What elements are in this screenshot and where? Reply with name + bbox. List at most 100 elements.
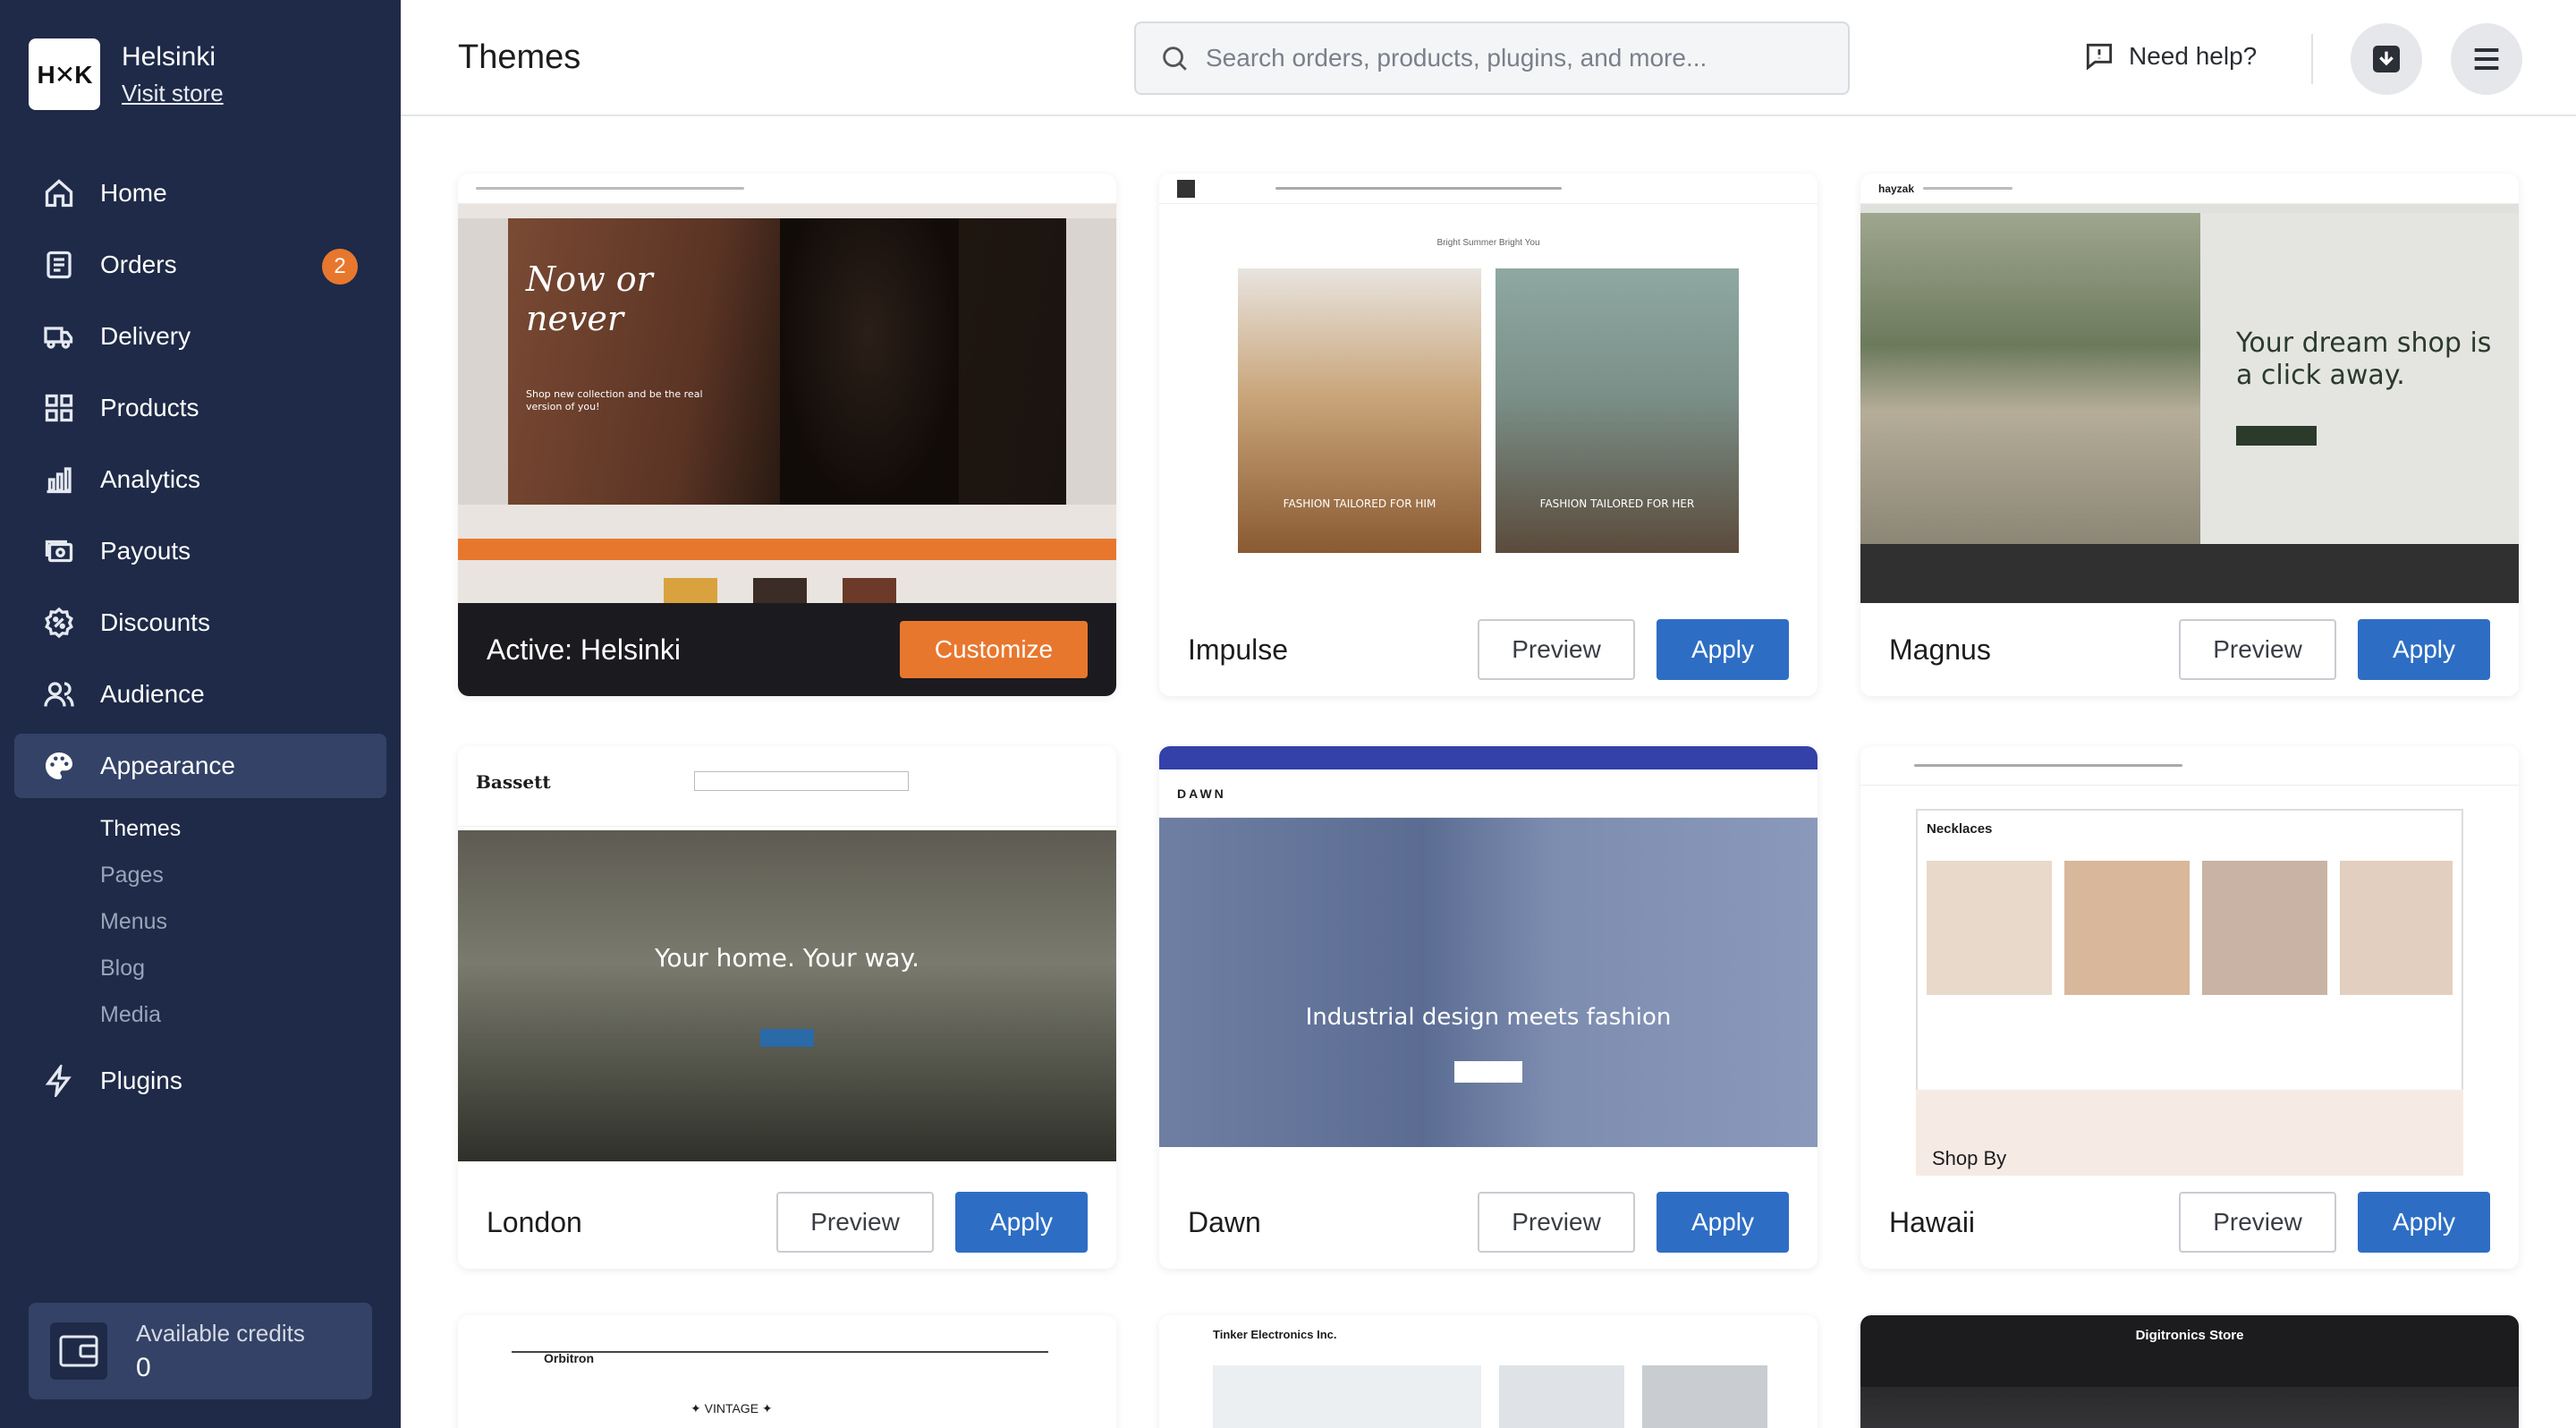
nav-label: Products [100, 394, 199, 421]
thumb-nav [1860, 746, 2519, 786]
store-name: Helsinki [122, 41, 216, 72]
available-credits-card[interactable]: Available credits 0 [29, 1303, 372, 1399]
nav-label: Analytics [100, 465, 201, 493]
nav-item-analytics[interactable]: Analytics [14, 447, 386, 512]
theme-thumbnail[interactable]: Orbitron ✦ VINTAGE ✦ [458, 1315, 1116, 1428]
thumb-nav: DAWN [1159, 769, 1818, 818]
theme-name: London [487, 1205, 582, 1238]
nav-label: Audience [100, 680, 205, 708]
subnav-item-media[interactable]: Media [100, 991, 401, 1038]
preview-button[interactable]: Preview [776, 1192, 934, 1253]
theme-thumbnail[interactable]: Bassett Your home. Your way. [458, 746, 1116, 1176]
visit-store-link[interactable]: Visit store [122, 80, 224, 107]
thumb-caption-left: FASHION TAILORED FOR HIM [1283, 497, 1436, 510]
theme-thumbnail[interactable]: Digitronics Store [1860, 1315, 2519, 1428]
need-help-button[interactable]: Need help? [2082, 39, 2257, 73]
thumb-hero-text: ✦ VINTAGE ✦ [691, 1401, 773, 1415]
topbar: Themes Search orders, products, plugins,… [401, 0, 2576, 116]
nav-item-home[interactable]: Home [14, 161, 386, 225]
download-button[interactable] [2351, 23, 2422, 95]
nav-item-orders[interactable]: Orders 2 [14, 233, 386, 297]
truck-icon [41, 319, 77, 354]
thumb-logo: DAWN [1177, 786, 1226, 801]
orders-icon [41, 247, 77, 283]
payout-icon [41, 533, 77, 569]
thumb-section-title: Necklaces [1927, 821, 1993, 837]
apply-button[interactable]: Apply [1657, 1192, 1789, 1253]
discount-icon [41, 605, 77, 641]
theme-card-dawn: DAWN Industrial design meets fashion Daw… [1159, 746, 1818, 1269]
apply-button[interactable]: Apply [1657, 619, 1789, 680]
theme-name: Dawn [1188, 1205, 1261, 1238]
store-logo: H✕K [29, 38, 100, 110]
subnav-item-themes[interactable]: Themes [100, 805, 401, 852]
nav-label: Plugins [100, 1067, 182, 1094]
thumb-hero-text: Industrial design meets fashion [1305, 1004, 1672, 1031]
theme-thumbnail[interactable]: Tinker Electronics Inc. [1159, 1315, 1818, 1428]
nav-item-discounts[interactable]: Discounts [14, 591, 386, 655]
hamburger-menu-icon [2474, 48, 2499, 70]
theme-thumbnail[interactable]: Bright Summer Bright You FASHION TAILORE… [1159, 174, 1818, 603]
nav-label: Appearance [100, 752, 236, 779]
menu-button[interactable] [2451, 23, 2522, 95]
thumb-caption-right: FASHION TAILORED FOR HER [1539, 497, 1695, 510]
theme-card-hawaii: Necklaces Shop By Hawaii Preview Apply [1860, 746, 2519, 1269]
preview-button[interactable]: Preview [1478, 1192, 1635, 1253]
theme-card-tinker: Tinker Electronics Inc. [1159, 1315, 1818, 1428]
apply-button[interactable]: Apply [2358, 619, 2490, 680]
nav-label: Discounts [100, 608, 210, 636]
search-placeholder: Search orders, products, plugins, and mo… [1206, 44, 1707, 72]
apply-button[interactable]: Apply [2358, 1192, 2490, 1253]
theme-card-impulse: Bright Summer Bright You FASHION TAILORE… [1159, 174, 1818, 696]
sidebar: H✕K Helsinki Visit store Home Orders 2 D… [0, 0, 401, 1428]
nav-label: Delivery [100, 322, 191, 350]
theme-thumbnail[interactable]: Necklaces Shop By [1860, 746, 2519, 1176]
apply-button[interactable]: Apply [955, 1192, 1088, 1253]
wallet-icon [50, 1322, 107, 1380]
nav-item-delivery[interactable]: Delivery [14, 304, 386, 369]
thumb-logo: Tinker Electronics Inc. [1213, 1328, 1337, 1341]
theme-thumbnail[interactable]: Now or never Shop new collection and be … [458, 174, 1116, 603]
nav-item-payouts[interactable]: Payouts [14, 519, 386, 583]
theme-thumbnail[interactable]: DAWN Industrial design meets fashion [1159, 746, 1818, 1176]
thumb-nav: hayzak [1860, 174, 2519, 204]
preview-button[interactable]: Preview [2179, 619, 2336, 680]
thumb-logo: Bassett [476, 771, 551, 793]
customize-button[interactable]: Customize [900, 621, 1088, 678]
store-header: H✕K Helsinki Visit store [0, 0, 401, 116]
subnav-item-blog[interactable]: Blog [100, 945, 401, 991]
bolt-icon [41, 1063, 77, 1099]
preview-button[interactable]: Preview [1478, 619, 1635, 680]
search-input[interactable]: Search orders, products, plugins, and mo… [1134, 21, 1850, 95]
nav-item-appearance[interactable]: Appearance [14, 734, 386, 798]
subnav-item-menus[interactable]: Menus [100, 898, 401, 945]
theme-card-orbitron: Orbitron ✦ VINTAGE ✦ [458, 1315, 1116, 1428]
theme-card-helsinki: Now or never Shop new collection and be … [458, 174, 1116, 696]
thumb-nav [458, 174, 1116, 204]
topbar-divider [2311, 34, 2313, 84]
nav-label: Home [100, 179, 167, 207]
download-icon [2373, 46, 2400, 72]
thumb-hero-text: Your home. Your way. [654, 943, 920, 973]
theme-card-footer: Hawaii Preview Apply [1860, 1176, 2519, 1269]
appearance-subnav: Themes Pages Menus Blog Media [0, 805, 401, 1038]
credits-label: Available credits [136, 1319, 305, 1347]
nav-item-audience[interactable]: Audience [14, 662, 386, 727]
thumb-nav: Bassett [458, 746, 1116, 827]
orders-count-badge: 2 [322, 249, 358, 285]
thumb-logo: hayzak [1878, 182, 1915, 195]
chart-icon [41, 462, 77, 497]
credits-value: 0 [136, 1352, 151, 1382]
theme-card-footer: Magnus Preview Apply [1860, 603, 2519, 696]
theme-name: Hawaii [1889, 1205, 1976, 1238]
nav-item-products[interactable]: Products [14, 376, 386, 440]
subnav-item-pages[interactable]: Pages [100, 852, 401, 898]
theme-name: Magnus [1889, 633, 1991, 666]
preview-button[interactable]: Preview [2179, 1192, 2336, 1253]
nav-item-plugins[interactable]: Plugins [14, 1049, 386, 1113]
theme-thumbnail[interactable]: hayzak Your dream shop is a click away. [1860, 174, 2519, 603]
theme-card-footer: Active: Helsinki Customize [458, 603, 1116, 696]
thumb-hero-sub: Shop new collection and be the real vers… [526, 388, 703, 412]
thumb-hero-text: Your dream shop is a click away. [2236, 327, 2492, 391]
theme-card-footer: London Preview Apply [458, 1176, 1116, 1269]
